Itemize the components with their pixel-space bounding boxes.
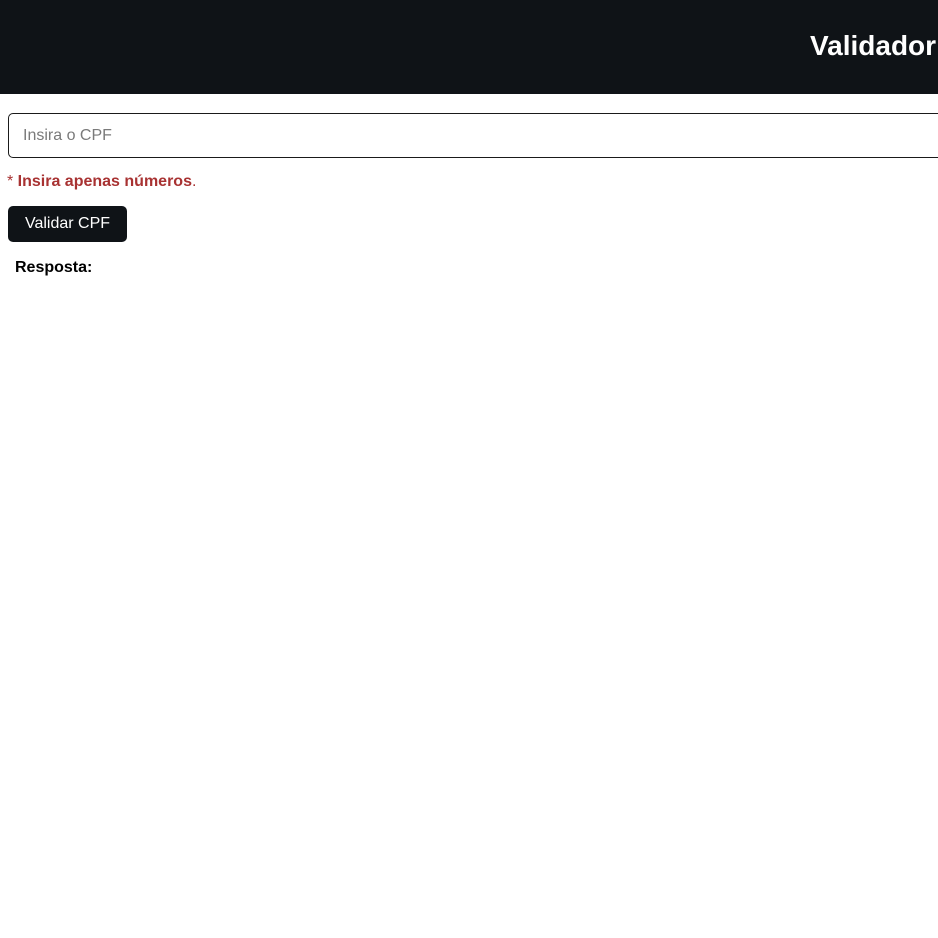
hint-period: . xyxy=(191,173,197,190)
response-label: Resposta: xyxy=(15,259,93,276)
validate-cpf-button[interactable]: Validar CPF xyxy=(8,206,127,242)
hint-asterisk: * xyxy=(7,173,18,190)
input-hint: * Insira apenas números. xyxy=(7,172,196,192)
hint-text: Insira apenas números xyxy=(17,173,192,190)
page-header: Validador xyxy=(0,0,938,94)
cpf-input[interactable] xyxy=(8,113,938,158)
page-title: Validador xyxy=(810,30,937,61)
